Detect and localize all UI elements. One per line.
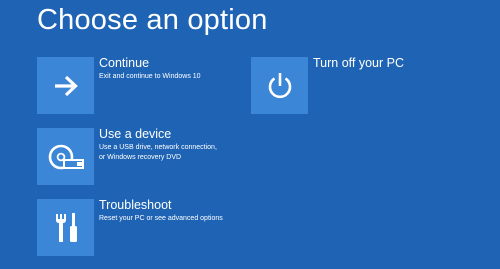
tools-icon [55, 212, 77, 242]
continue-title: Continue [99, 56, 150, 70]
use-device-description-line: Use a USB drive, network connection, [99, 144, 217, 151]
continue-tile[interactable] [37, 57, 94, 114]
turn-off-text: Turn off your PC [313, 56, 404, 71]
arrow-right-icon [54, 75, 78, 96]
continue-description: Exit and continue to Windows 10 [99, 72, 201, 82]
disc-usb-icon [48, 144, 84, 169]
continue-text: Continue Exit and continue to Windows 10 [99, 56, 201, 82]
use-device-description: Use a USB drive, network connection, or … [99, 143, 217, 163]
turn-off-title: Turn off your PC [313, 56, 405, 70]
page-title: Choose an option [37, 4, 268, 36]
troubleshoot-title: Troubleshoot [99, 198, 172, 212]
troubleshoot-description: Reset your PC or see advanced options [99, 214, 223, 224]
use-device-tile[interactable] [37, 128, 94, 185]
use-device-description-line: or Windows recovery DVD [99, 154, 182, 161]
troubleshoot-description-line: Reset your PC or see advanced options [99, 215, 223, 222]
use-device-title: Use a device [99, 127, 172, 141]
power-icon [268, 72, 291, 98]
use-device-text: Use a device Use a USB drive, network co… [99, 127, 217, 163]
troubleshoot-tile[interactable] [37, 199, 94, 256]
continue-description-line: Exit and continue to Windows 10 [99, 73, 201, 80]
turn-off-tile[interactable] [251, 57, 308, 114]
troubleshoot-text: Troubleshoot Reset your PC or see advanc… [99, 198, 223, 224]
